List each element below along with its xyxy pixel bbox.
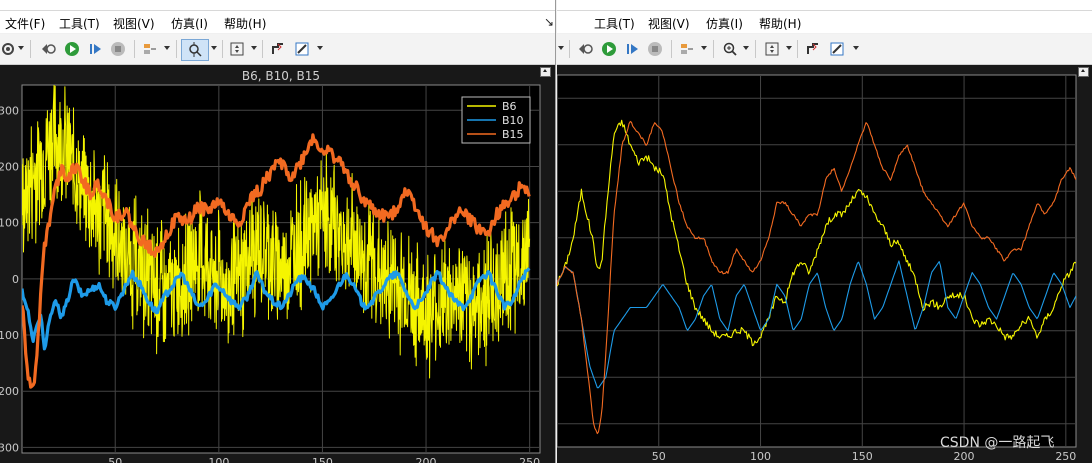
menu-file[interactable]: 文件(F) — [5, 15, 45, 32]
toolbar — [557, 34, 1092, 65]
menu-simulation[interactable]: 仿真(I) — [706, 15, 743, 32]
legend-label: B15 — [502, 128, 524, 141]
cursor-measure-icon[interactable] — [294, 41, 310, 57]
plot-area: 50 100 150 200 250 — [557, 65, 1092, 463]
chevron-down-icon[interactable] — [18, 46, 24, 50]
step-forward-icon[interactable] — [88, 41, 104, 57]
toolbar-separator — [797, 40, 798, 58]
y-tick-label: 200 — [0, 160, 19, 173]
y-tick-label: 0 — [12, 273, 19, 286]
chevron-down-icon[interactable] — [558, 46, 564, 50]
signal-select-icon[interactable] — [679, 41, 695, 57]
y-tick-label: 100 — [0, 217, 19, 230]
autoscale-icon[interactable] — [229, 41, 245, 57]
scope-chart-right: 50 100 150 200 250 — [557, 74, 1077, 463]
plot-area: 50 100 150 200 250 300 200 100 0 100 200 300 B6, B10… — [0, 65, 555, 463]
zoom-in-icon[interactable] — [722, 41, 738, 57]
x-tick-label: 250 — [1055, 450, 1076, 463]
menu-view[interactable]: 视图(V) — [648, 15, 690, 32]
legend-label: B10 — [502, 114, 524, 127]
undock-icon[interactable] — [540, 67, 551, 77]
y-tick-label: 300 — [0, 441, 19, 454]
chevron-down-icon[interactable] — [743, 46, 749, 50]
legend: B6B10B15 — [461, 96, 531, 144]
plot-title: B6, B10, B15 — [242, 69, 320, 83]
toolbar-separator — [671, 40, 672, 58]
y-tick-label: 200 — [0, 385, 19, 398]
toolbar — [0, 34, 555, 65]
stop-icon[interactable] — [647, 41, 663, 57]
chevron-down-icon[interactable] — [317, 46, 323, 50]
zoom-mode-button[interactable] — [181, 39, 209, 61]
chevron-down-icon[interactable] — [786, 46, 792, 50]
x-tick-label: 100 — [750, 450, 771, 463]
menu-tools[interactable]: 工具(T) — [594, 15, 635, 32]
toolbar-separator — [713, 40, 714, 58]
y-tick-label: 300 — [0, 104, 19, 117]
chevron-down-icon[interactable] — [701, 46, 707, 50]
x-tick-label: 150 — [852, 450, 873, 463]
toolbar-separator — [176, 40, 177, 58]
chevron-down-icon[interactable] — [211, 46, 217, 50]
step-forward-icon[interactable] — [625, 41, 641, 57]
menu-help[interactable]: 帮助(H) — [224, 15, 266, 32]
x-tick-label: 50 — [108, 456, 122, 463]
stop-icon[interactable] — [110, 41, 126, 57]
trigger-icon[interactable] — [805, 41, 821, 57]
toolbar-separator — [222, 40, 223, 58]
watermark: CSDN @一路起飞 — [940, 435, 1055, 451]
legend-label: B6 — [502, 100, 517, 113]
scope-window-left: 文件(F) 工具(T) 视图(V) 仿真(I) 帮助(H) ↘ 50 100 150… — [0, 0, 556, 463]
x-tick-label: 100 — [208, 456, 229, 463]
step-back-icon[interactable] — [577, 41, 593, 57]
menu-help[interactable]: 帮助(H) — [759, 15, 801, 32]
scope-chart-left: 50 100 150 200 250 300 200 100 0 100 200 300 B6, B10… — [0, 69, 541, 463]
signal-select-icon[interactable] — [142, 41, 158, 57]
title-bar — [0, 0, 555, 11]
menu-bar: 工具(T) 视图(V) 仿真(I) 帮助(H) — [557, 11, 1092, 33]
step-back-icon[interactable] — [40, 41, 56, 57]
menu-view[interactable]: 视图(V) — [113, 15, 155, 32]
x-tick-label: 200 — [416, 456, 437, 463]
toolbar-separator — [569, 40, 570, 58]
autoscale-icon[interactable] — [764, 41, 780, 57]
run-icon[interactable] — [601, 41, 617, 57]
menu-overflow-icon[interactable]: ↘ — [544, 15, 554, 29]
cursor-measure-icon[interactable] — [829, 41, 845, 57]
x-tick-label: 250 — [519, 456, 540, 463]
plot-background — [557, 74, 1077, 448]
chevron-down-icon[interactable] — [164, 46, 170, 50]
chevron-down-icon[interactable] — [251, 46, 257, 50]
x-tick-label: 50 — [652, 450, 666, 463]
gear-icon[interactable] — [0, 41, 16, 57]
menu-simulation[interactable]: 仿真(I) — [171, 15, 208, 32]
toolbar-separator — [30, 40, 31, 58]
x-tick-label: 150 — [312, 456, 333, 463]
y-tick-label: 100 — [0, 329, 19, 342]
run-icon[interactable] — [64, 41, 80, 57]
chevron-down-icon[interactable] — [853, 46, 859, 50]
title-bar — [557, 0, 1092, 11]
trigger-icon[interactable] — [270, 41, 286, 57]
undock-icon[interactable] — [1078, 67, 1089, 77]
menu-tools[interactable]: 工具(T) — [59, 15, 100, 32]
toolbar-separator — [262, 40, 263, 58]
toolbar-separator — [134, 40, 135, 58]
menu-bar: 文件(F) 工具(T) 视图(V) 仿真(I) 帮助(H) ↘ — [0, 11, 555, 33]
toolbar-separator — [755, 40, 756, 58]
scope-window-right: 工具(T) 视图(V) 仿真(I) 帮助(H) 50 100 150 200 250 C… — [557, 0, 1092, 463]
zoom-y-icon — [189, 42, 202, 57]
